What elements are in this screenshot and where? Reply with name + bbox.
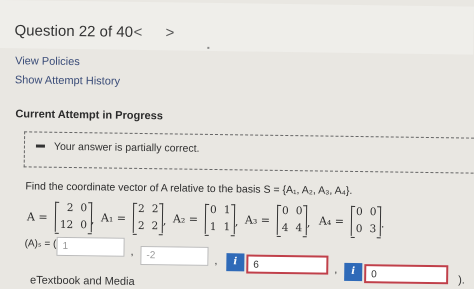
answer-comma: ,: [214, 255, 218, 268]
matrix-cell: 4: [295, 222, 303, 235]
answer-comma: ,: [334, 263, 338, 276]
matrix-cell: 2: [151, 220, 159, 233]
matrix-cell: 1: [209, 220, 217, 234]
matrix-cell: 0: [281, 204, 289, 218]
matrix-a-label: A =: [26, 210, 48, 224]
current-attempt-heading: Current Attempt in Progress: [15, 108, 163, 123]
question-title: Question 22 of 40: [14, 22, 134, 41]
matrix-cell: 1: [223, 204, 231, 217]
matrices-row: A = 2 0 12 0 , A₁ = 2 2 2 2 , A₂ = 0 1 1…: [25, 200, 474, 238]
matrix-cell: 1: [223, 221, 231, 234]
matrix-cell: 0: [355, 205, 363, 219]
feedback-message: Your answer is partially correct.: [53, 140, 200, 155]
answer-input-1[interactable]: 1: [56, 236, 125, 257]
matrix-a2-label: A₂ =: [172, 212, 199, 226]
matrix-cell: 12: [59, 218, 74, 232]
answer-comma: ,: [130, 245, 134, 258]
info-icon[interactable]: i: [226, 253, 245, 272]
matrix-cell: 0: [295, 205, 303, 218]
matrix-cell: 0: [210, 203, 217, 217]
matrix-a3-label: A₃ =: [244, 213, 271, 227]
separator: ,: [234, 215, 239, 229]
answer-input-4[interactable]: 0: [364, 264, 449, 285]
answer-close: ).: [458, 274, 465, 287]
matrix-cell: 2: [66, 201, 74, 215]
matrix-cell: 3: [369, 223, 377, 236]
matrix-cell: 0: [80, 202, 88, 215]
matrix-cell: 0: [355, 222, 363, 236]
matrix-a1: 2 2 2 2: [132, 202, 164, 234]
answer-label: (A)ₛ = (: [24, 238, 57, 250]
answer-input-3[interactable]: 6: [246, 254, 329, 275]
matrix-cell: 4: [281, 221, 289, 235]
minus-icon: [35, 144, 45, 148]
matrix-a3: 0 0 4 4: [276, 204, 308, 236]
chevron-right-icon[interactable]: >: [165, 24, 174, 41]
page: Question 22 of 40 < > View Policies Show…: [0, 0, 474, 289]
matrix-cell: 2: [138, 202, 145, 216]
matrix-cell: 0: [369, 206, 377, 219]
problem-prompt: Find the coordinate vector of A relative…: [25, 180, 353, 197]
matrix-a: 2 0 12 0: [54, 201, 93, 233]
separator: ,: [162, 214, 167, 228]
separator: ,: [306, 216, 311, 230]
separator: ,: [90, 213, 95, 227]
matrix-a1-label: A₁ =: [100, 211, 127, 225]
show-attempt-history-link[interactable]: Show Attempt History: [15, 74, 120, 87]
info-icon[interactable]: i: [344, 262, 363, 282]
feedback-box: Your answer is partially correct.: [23, 131, 474, 174]
matrix-cell: 2: [151, 203, 159, 216]
answer-input-2[interactable]: -2: [140, 245, 209, 266]
decorative-dot: [207, 46, 210, 49]
question-header: Question 22 of 40 < >: [0, 0, 474, 55]
matrix-a4: 0 0 0 3: [350, 205, 382, 237]
chevron-left-icon[interactable]: <: [133, 24, 142, 41]
view-policies-link[interactable]: View Policies: [15, 55, 80, 68]
matrix-cell: 2: [137, 219, 145, 233]
end-period: .: [380, 217, 385, 231]
matrix-cell: 0: [80, 219, 88, 232]
matrix-a2: 0 1 1 1: [204, 203, 236, 235]
matrix-a4-label: A₄ =: [318, 214, 345, 228]
etextbook-link[interactable]: eTextbook and Media: [30, 274, 135, 287]
